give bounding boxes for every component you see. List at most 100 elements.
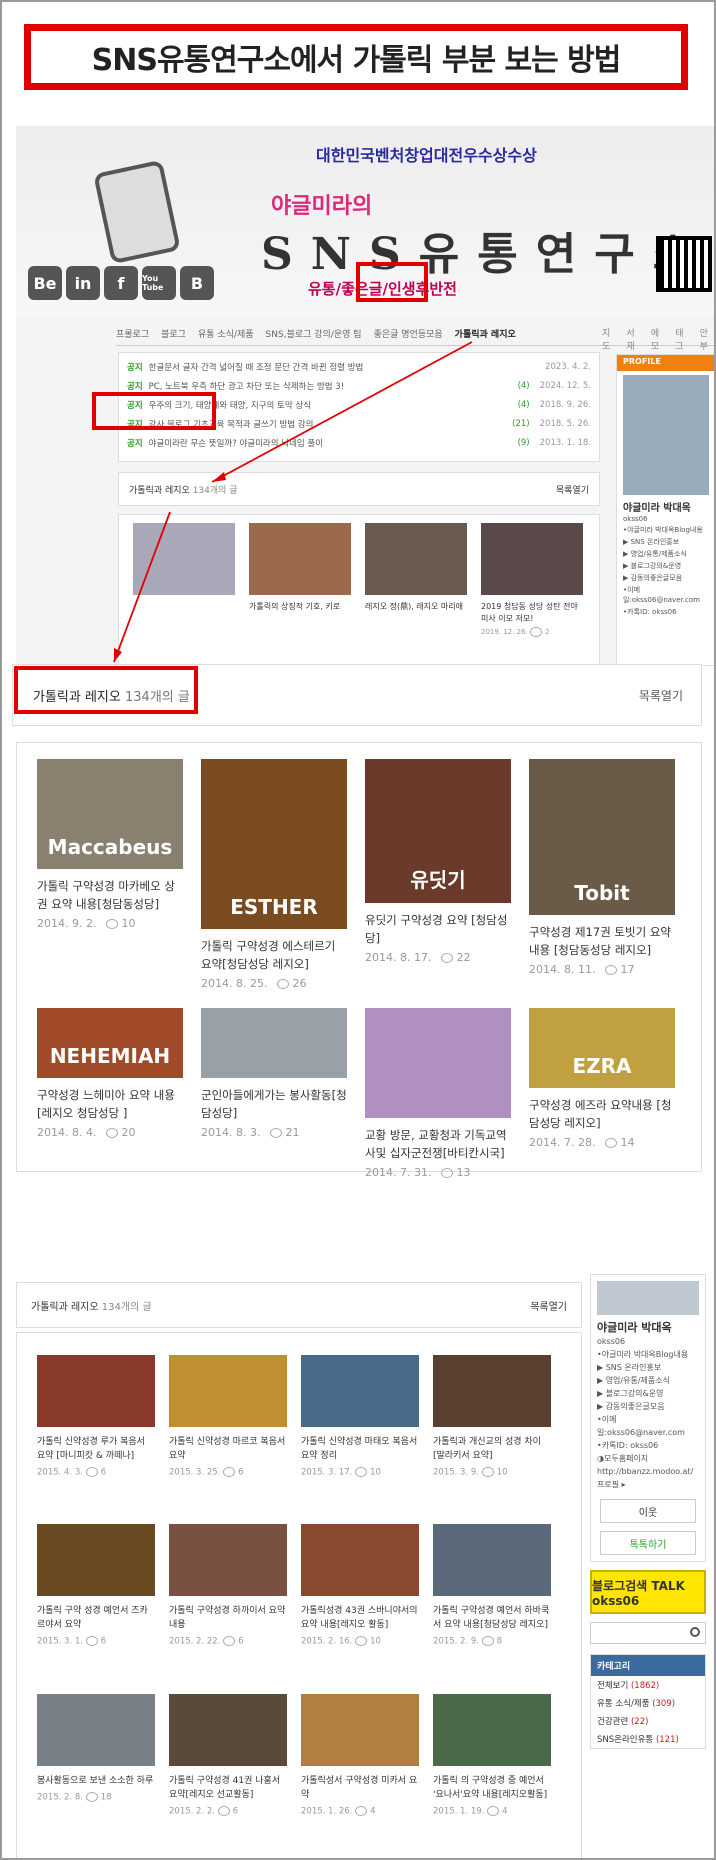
post-thumbnail[interactable]	[433, 1524, 551, 1597]
post-title[interactable]: 가톨릭 구약성경 마카베오 상권 요약 내용[청담동성당]	[37, 877, 183, 913]
post-thumbnail[interactable]: EZRA	[529, 1008, 675, 1088]
blog-search-input[interactable]	[590, 1622, 706, 1644]
post-card[interactable]: 교황 방문, 교황청과 기독교역사및 십자군전쟁[바티칸시국] 2014. 7. …	[365, 1008, 511, 1179]
post-card[interactable]: 군인아들에게가는 봉사활동[청담성당] 2014. 8. 3. 21	[201, 1008, 347, 1179]
lower-post-card[interactable]: 가톨릭 신약성경 루가 복음서 요약 [마니피캇 & 까떼나] 2015. 4. …	[37, 1355, 155, 1500]
lower-post-card[interactable]: 가톨릭 구약성경 41권 나훔서 요약[레지오 선교활동] 2015. 2. 2.…	[169, 1693, 287, 1839]
mini-list-toggle[interactable]: 목록열기	[556, 483, 589, 496]
nav-memo[interactable]: 메모	[651, 326, 667, 352]
post-card[interactable]: Tobit 구약성경 제17권 토빗기 요약 내용 [청담동성당 레지오] 2014…	[529, 759, 675, 990]
post-title[interactable]: 가톨릭 신약성경 마르코 복음서 요약	[169, 1435, 287, 1463]
lower-post-card[interactable]: 가톨릭 의 구약성경 중 예언서 '요나서'요약 내용[레지오활동] 2015. …	[433, 1693, 551, 1839]
category-item[interactable]: 전체보기 (1862)	[591, 1676, 705, 1694]
post-thumbnail[interactable]: Maccabeus	[37, 759, 183, 869]
category-item[interactable]: 유통 소식/제품 (309)	[591, 1694, 705, 1712]
youtube-icon[interactable]: You Tube	[142, 266, 176, 300]
post-card[interactable]: EZRA 구약성경 에즈라 요약내용 [청담성당 레지오] 2014. 7. 28.…	[529, 1008, 675, 1179]
post-thumbnail[interactable]	[37, 1355, 155, 1427]
lower-post-card[interactable]: 가톨릭 신약성경 마태오 복음서 요약 정리 2015. 3. 17. 10	[301, 1355, 419, 1500]
behance-icon[interactable]: Be	[28, 266, 62, 300]
nav-library[interactable]: 서재	[626, 326, 642, 352]
post-thumbnail[interactable]	[365, 1008, 511, 1118]
nav-catholic[interactable]: 가톨릭과 레지오	[455, 327, 516, 340]
post-meta: 2015. 1. 19. 4	[433, 1805, 508, 1817]
nav-distribution[interactable]: 유통 소식/제품	[198, 327, 254, 340]
nav-blog[interactable]: 블로그	[161, 327, 186, 340]
chat-button[interactable]: 톡톡하기	[600, 1531, 696, 1555]
lower-post-card[interactable]: 가톨릭성서 구약성경 미카서 요약 2015. 1. 26. 4	[301, 1693, 419, 1839]
post-thumbnail[interactable]	[201, 1008, 347, 1078]
facebook-icon[interactable]: f	[104, 266, 138, 300]
lower-post-card[interactable]: 가톨릭성경 43권 스바니야서의 요약 내용[레지오 활동] 2015. 2. 1…	[301, 1524, 419, 1669]
post-title[interactable]: 가톨릭 구약 성경 예언서 즈카르야서 요약	[37, 1604, 155, 1632]
category-item[interactable]: 건강관련 (22)	[591, 1712, 705, 1730]
lower-post-card[interactable]: 가톨릭 구약성경 예언서 하바쿡서 요약 내용[청담성당 레지오] 2015. 2…	[433, 1524, 551, 1669]
post-title[interactable]: 가톨릭성서 구약성경 미카서 요약	[301, 1774, 419, 1802]
notice-row[interactable]: 공지 야글미라란 무슨 뜻일까? 야글미라의 닉네임 풀이 (9) 2013. 1. …	[127, 433, 591, 452]
post-card[interactable]: 유딧기 유딧기 구약성경 요약 [청담성당] 2014. 8. 17. 22	[365, 759, 511, 990]
lower-list-toggle[interactable]: 목록열기	[530, 1298, 567, 1313]
mini-post-card[interactable]: 레지오 정(鼎), 레지오 마리애	[365, 523, 467, 657]
post-thumbnail[interactable]	[433, 1355, 551, 1427]
post-title[interactable]: 교황 방문, 교황청과 기독교역사및 십자군전쟁[바티칸시국]	[365, 1126, 511, 1162]
lower-post-card[interactable]: 봉사활동으로 보낸 소소한 하루 2015. 2. 8. 18	[37, 1693, 155, 1839]
post-title[interactable]: 가톨릭 구약성경 하까이서 요약 내용	[169, 1604, 287, 1632]
post-card[interactable]: NEHEMIAH 구약성경 느헤미아 요약 내용 [레지오 청담성당 ] 2014.…	[37, 1008, 183, 1179]
post-thumbnail[interactable]	[37, 1524, 155, 1597]
neighbor-button[interactable]: 이웃	[600, 1499, 696, 1523]
post-thumbnail[interactable]: Tobit	[529, 759, 675, 915]
post-card[interactable]: ESTHER 가톨릭 구약성경 에스테르기 요약[청담성당 레지오] 2014. 8…	[201, 759, 347, 990]
post-thumbnail[interactable]	[169, 1355, 287, 1427]
post-title[interactable]: 구약성경 에즈라 요약내용 [청담성당 레지오]	[529, 1096, 675, 1132]
post-title[interactable]: 가톨릭성경 43권 스바니야서의 요약 내용[레지오 활동]	[301, 1604, 419, 1632]
lower-post-card[interactable]: 가톨릭 구약 성경 예언서 즈카르야서 요약 2015. 3. 1. 6	[37, 1524, 155, 1669]
post-title[interactable]: 가톨릭 구약성경 41권 나훔서 요약[레지오 선교활동]	[169, 1774, 287, 1802]
profile-photo	[597, 1281, 699, 1315]
nav-map[interactable]: 지도	[602, 326, 618, 352]
nav-sns-lecture[interactable]: SNS,블로그 강의/운영 팁	[266, 327, 362, 340]
post-thumbnail[interactable]	[301, 1524, 419, 1597]
post-thumbnail[interactable]	[301, 1693, 419, 1766]
post-title[interactable]: 가톨릭 구약성경 예언서 하바쿡서 요약 내용[청담성당 레지오]	[433, 1604, 551, 1632]
post-title[interactable]: 가톨릭 의 구약성경 중 예언서 '요나서'요약 내용[레지오활동]	[433, 1774, 551, 1802]
comment-icon	[106, 919, 119, 929]
linkedin-icon[interactable]: in	[66, 266, 100, 300]
post-title[interactable]: 가톨릭과 개신교의 성경 차이 [말라키서 요약]	[433, 1435, 551, 1463]
post-thumbnail[interactable]: 유딧기	[365, 759, 511, 903]
post-title[interactable]: 가톨릭 구약성경 에스테르기 요약[청담성당 레지오]	[201, 937, 347, 973]
comment-icon	[223, 1467, 236, 1477]
post-thumbnail[interactable]	[433, 1693, 551, 1766]
lower-post-card[interactable]: 가톨릭 구약성경 하까이서 요약 내용 2015. 2. 22. 6	[169, 1524, 287, 1669]
post-title[interactable]: 봉사활동으로 보낸 소소한 하루	[37, 1774, 155, 1788]
profile-name: 야글미라 박대옥	[623, 503, 691, 514]
nav-good-writing[interactable]: 좋은글 명언등모음	[374, 327, 443, 340]
category-item[interactable]: SNS온라인유통 (121)	[591, 1730, 705, 1748]
nav-tag[interactable]: 태그	[675, 326, 691, 352]
post-title[interactable]: 유딧기 구약성경 요약 [청담성당]	[365, 911, 511, 947]
post-title[interactable]: 가톨릭 신약성경 루가 복음서 요약 [마니피캇 & 까떼나]	[37, 1435, 155, 1463]
post-title[interactable]: 군인아들에게가는 봉사활동[청담성당]	[201, 1086, 347, 1122]
lower-post-card[interactable]: 가톨릭 신약성경 마르코 복음서 요약 2015. 3. 25. 6	[169, 1355, 287, 1500]
blog-icon[interactable]: B	[180, 266, 214, 300]
post-thumbnail[interactable]	[169, 1524, 287, 1597]
post-title[interactable]: 가톨릭 신약성경 마태오 복음서 요약 정리	[301, 1435, 419, 1463]
post-title[interactable]: 구약성경 제17권 토빗기 요약 내용 [청담동성당 레지오]	[529, 923, 675, 959]
post-thumbnail[interactable]: NEHEMIAH	[37, 1008, 183, 1078]
post-card[interactable]: Maccabeus 가톨릭 구약성경 마카베오 상권 요약 내용[청담동성당] 20…	[37, 759, 183, 990]
post-thumbnail[interactable]: ESTHER	[201, 759, 347, 929]
post-thumbnail[interactable]	[37, 1693, 155, 1766]
nav-prologue[interactable]: 프롤로그	[116, 327, 149, 340]
post-title[interactable]: 구약성경 느헤미아 요약 내용 [레지오 청담성당 ]	[37, 1086, 183, 1122]
comment-icon	[85, 1467, 98, 1477]
mini-post-card[interactable]: 가톨릭의 상징적 기호, 키로	[249, 523, 351, 657]
profile-link[interactable]: 프로필 ▸	[597, 1478, 699, 1491]
post-thumbnail[interactable]	[169, 1693, 287, 1766]
nav-guestbook[interactable]: 안부	[700, 326, 714, 352]
post-list-toggle[interactable]: 목록열기	[639, 687, 683, 704]
mini-post-card[interactable]	[133, 523, 235, 657]
notice-row[interactable]: 공지 한글문서 글자 간격 넓어질 때 조정 문단 간격 바뀐 정렬 방법 2023…	[127, 357, 591, 376]
mini-post-card[interactable]: 2019 청담동 성당 성탄 전야 미사 이모 저모! 2019. 12. 26.…	[481, 523, 583, 657]
post-thumbnail[interactable]	[301, 1355, 419, 1427]
talk-banner[interactable]: 블로그검색 TALK okss06	[590, 1570, 706, 1614]
lower-post-card[interactable]: 가톨릭과 개신교의 성경 차이 [말라키서 요약] 2015. 3. 9. 10	[433, 1355, 551, 1500]
